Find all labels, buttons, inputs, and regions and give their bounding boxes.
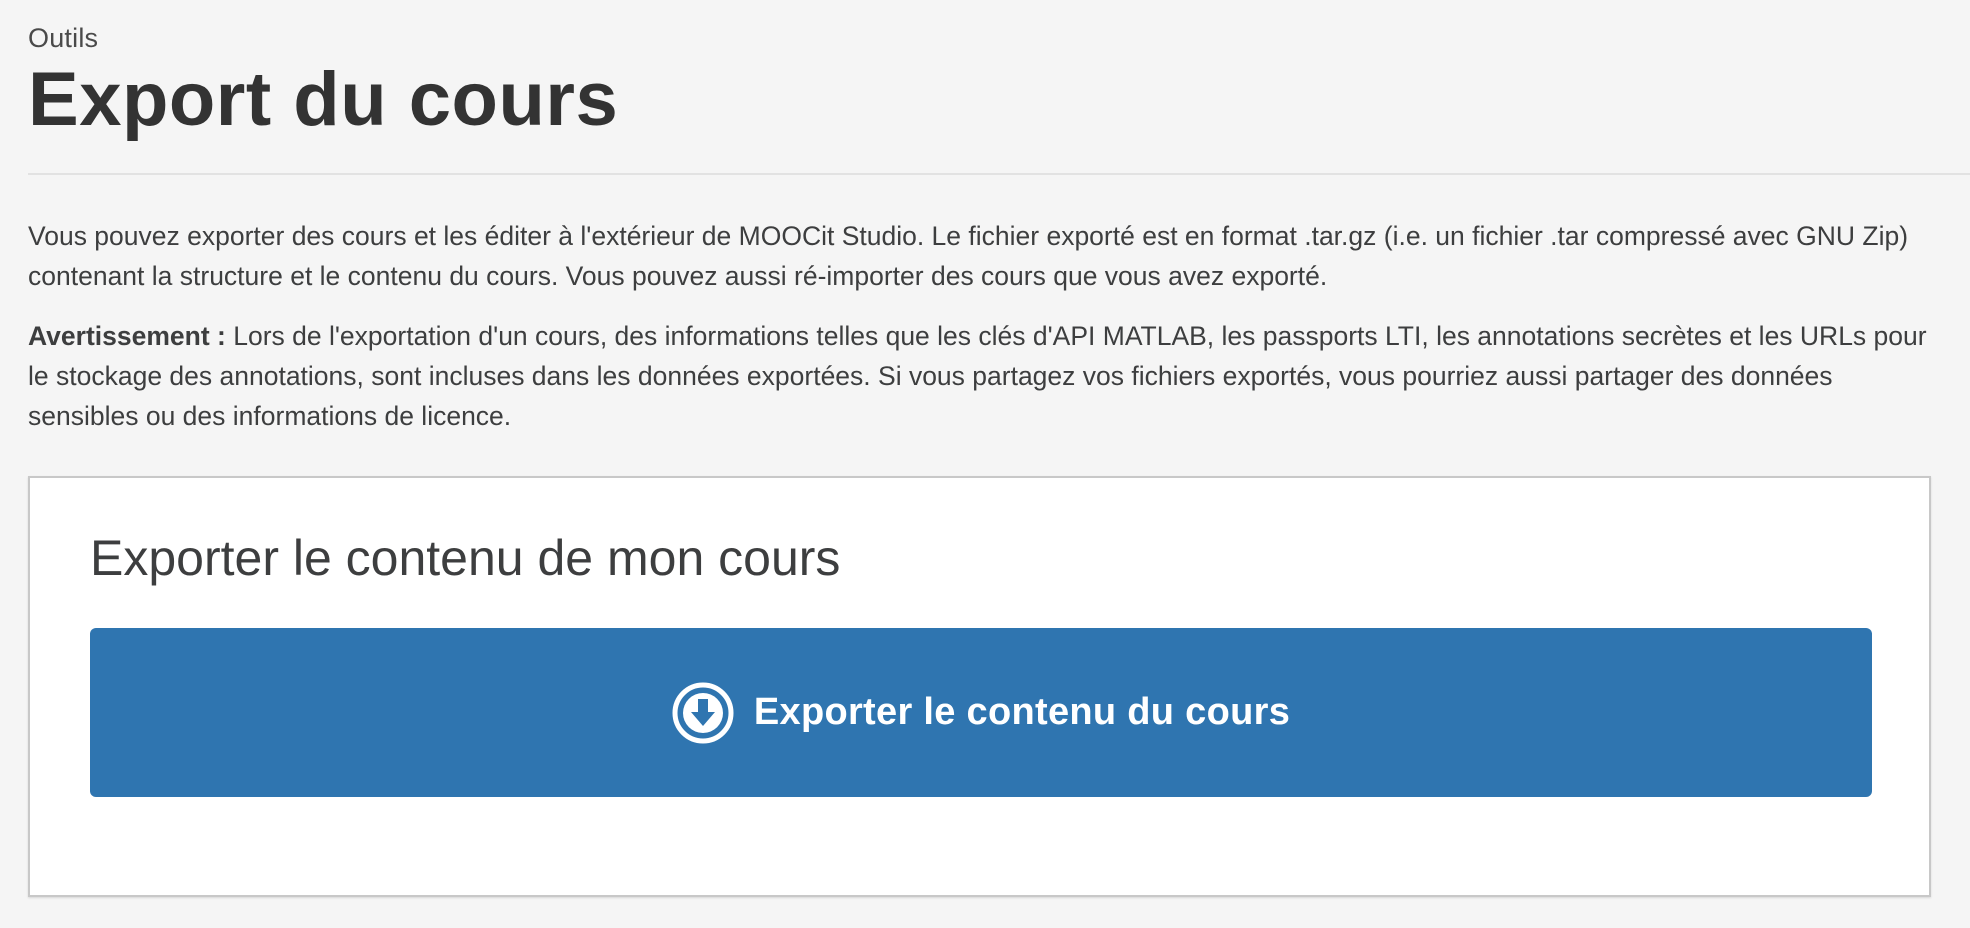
page: Outils Export du cours Vous pouvez expor… [0,0,1970,928]
arrow-circle-down-icon [672,682,734,744]
warning-paragraph: Avertissement : Lors de l'exportation d'… [28,316,1943,436]
export-card: Exporter le contenu de mon cours Exporte… [28,476,1931,897]
intro-section: Vous pouvez exporter des cours et les éd… [28,216,1943,456]
page-header: Outils Export du cours [28,18,1970,142]
export-course-button[interactable]: Exporter le contenu du cours [90,628,1872,797]
breadcrumb[interactable]: Outils [28,18,1970,58]
header-divider [28,173,1970,175]
export-card-title: Exporter le contenu de mon cours [90,530,841,586]
warning-label: Avertissement : [28,321,226,351]
intro-description: Vous pouvez exporter des cours et les éd… [28,221,1909,291]
page-title: Export du cours [28,57,619,142]
export-course-button-label: Exporter le contenu du cours [753,691,1291,733]
warning-text: Lors de l'exportation d'un cours, des in… [28,321,1927,431]
